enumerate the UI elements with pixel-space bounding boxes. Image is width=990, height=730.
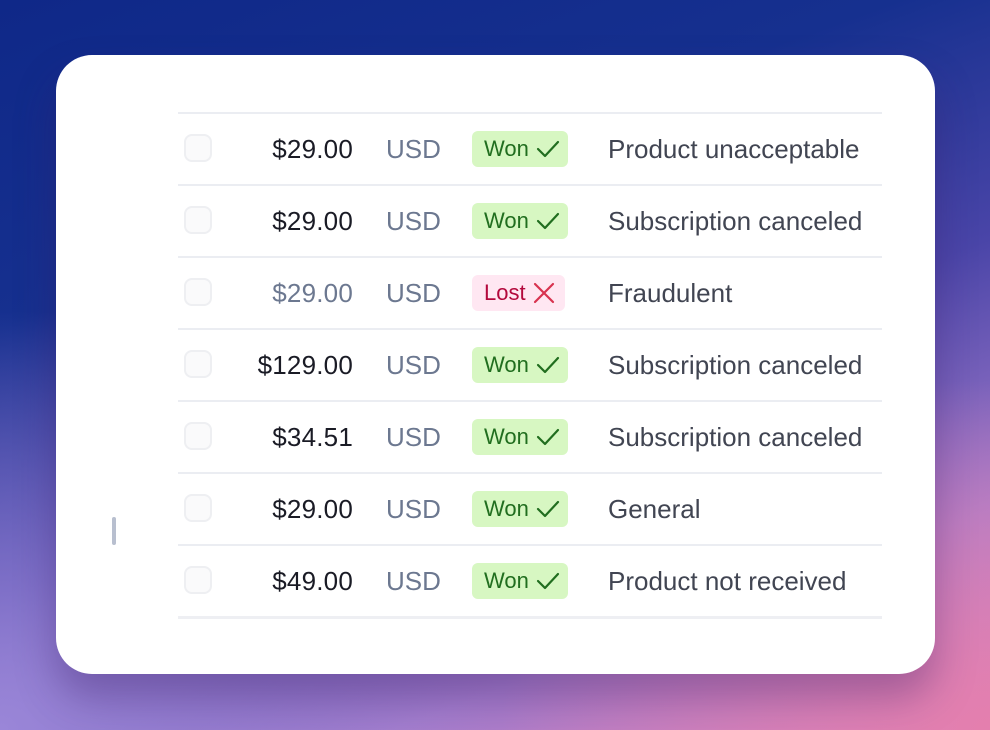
reason-cell: Subscription canceled: [608, 422, 863, 452]
row-checkbox[interactable]: [184, 494, 212, 522]
row-checkbox[interactable]: [184, 134, 212, 162]
resize-handle[interactable]: [112, 517, 116, 545]
status-badge-won: Won: [472, 347, 568, 383]
checkmark-icon: [536, 499, 560, 519]
status-label: Won: [484, 352, 529, 377]
currency-cell: USD: [386, 278, 441, 308]
reason-cell: Product not received: [608, 566, 847, 596]
row-checkbox[interactable]: [184, 422, 212, 450]
currency-cell: USD: [386, 494, 441, 524]
currency-cell: USD: [386, 566, 441, 596]
status-badge-won: Won: [472, 563, 568, 599]
disputes-card: $29.00 USD Won Product unacceptable $29.…: [56, 55, 935, 674]
status-label: Won: [484, 568, 529, 593]
reason-cell: General: [608, 494, 701, 524]
x-mark-icon: [533, 282, 555, 304]
amount-cell: $29.00: [272, 134, 353, 164]
row-checkbox[interactable]: [184, 278, 212, 306]
reason-cell: Subscription canceled: [608, 206, 863, 236]
row-checkbox[interactable]: [184, 566, 212, 594]
checkmark-icon: [536, 427, 560, 447]
checkmark-icon: [536, 571, 560, 591]
table-row[interactable]: $34.51 USD Won Subscription canceled: [178, 402, 882, 474]
status-label: Won: [484, 136, 529, 161]
disputes-table: $29.00 USD Won Product unacceptable $29.…: [178, 112, 882, 619]
reason-cell: Subscription canceled: [608, 350, 863, 380]
status-label: Won: [484, 496, 529, 521]
status-badge-won: Won: [472, 419, 568, 455]
amount-cell: $29.00: [272, 494, 353, 524]
table-row[interactable]: $29.00 USD Won Product unacceptable: [178, 114, 882, 186]
currency-cell: USD: [386, 134, 441, 164]
amount-cell: $29.00: [272, 206, 353, 236]
table-row[interactable]: $29.00 USD Lost Fraudulent: [178, 258, 882, 330]
currency-cell: USD: [386, 206, 441, 236]
checkmark-icon: [536, 211, 560, 231]
row-checkbox[interactable]: [184, 206, 212, 234]
reason-cell: Fraudulent: [608, 278, 733, 308]
table-row[interactable]: $129.00 USD Won Subscription canceled: [178, 330, 882, 402]
amount-cell: $34.51: [272, 422, 353, 452]
checkmark-icon: [536, 355, 560, 375]
checkmark-icon: [536, 139, 560, 159]
table-row[interactable]: $49.00 USD Won Product not received: [178, 546, 882, 619]
table-row[interactable]: $29.00 USD Won General: [178, 474, 882, 546]
status-label: Won: [484, 208, 529, 233]
amount-cell: $49.00: [272, 566, 353, 596]
status-badge-lost: Lost: [472, 275, 565, 311]
status-badge-won: Won: [472, 131, 568, 167]
status-badge-won: Won: [472, 491, 568, 527]
row-checkbox[interactable]: [184, 350, 212, 378]
status-badge-won: Won: [472, 203, 568, 239]
currency-cell: USD: [386, 350, 441, 380]
amount-cell: $129.00: [257, 350, 353, 380]
currency-cell: USD: [386, 422, 441, 452]
table-row[interactable]: $29.00 USD Won Subscription canceled: [178, 186, 882, 258]
amount-cell: $29.00: [272, 278, 353, 308]
status-label: Won: [484, 424, 529, 449]
status-label: Lost: [484, 280, 526, 305]
reason-cell: Product unacceptable: [608, 134, 860, 164]
